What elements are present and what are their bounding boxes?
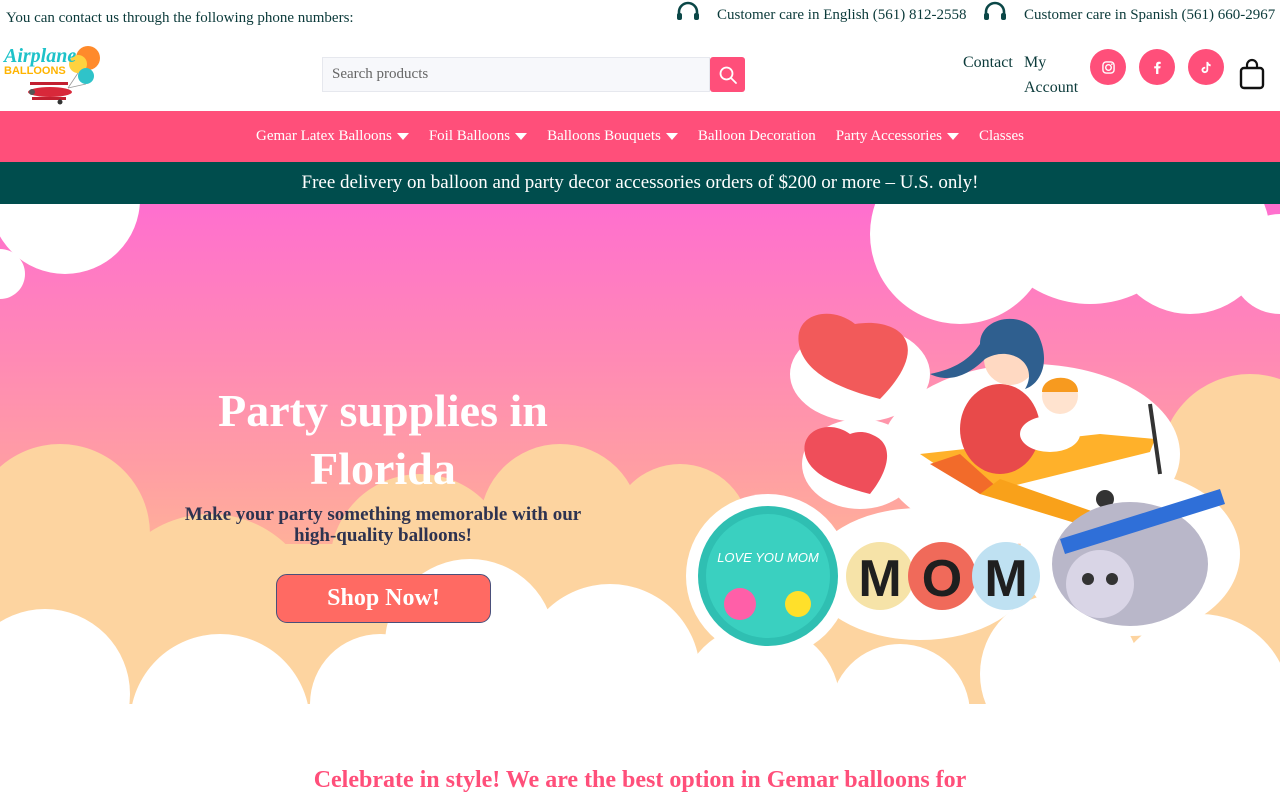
headset-icon	[677, 1, 699, 20]
tiktok-icon	[1201, 61, 1211, 73]
mom-balloons-illustration: LOVE YOU MOM MOM	[686, 313, 1240, 658]
headset-icon	[984, 1, 1006, 20]
nav-item-label: Foil Balloons	[428, 128, 511, 144]
my-account-link[interactable]: My Account	[1024, 50, 1084, 100]
contact-intro: You can contact us through the following…	[6, 10, 354, 26]
instagram-icon	[1101, 60, 1115, 74]
nav-item-classes[interactable]: Classes	[969, 128, 1034, 145]
search-bar	[322, 57, 746, 93]
site-logo[interactable]: Airplane BALLOONS	[2, 42, 112, 106]
nav-item-label: Balloon Decoration	[697, 128, 816, 144]
search-input[interactable]	[322, 57, 710, 92]
nav-item-party-accessories[interactable]: Party Accessories	[826, 128, 969, 145]
main-nav: Gemar Latex Balloons Foil Balloons Balloon…	[0, 111, 1280, 162]
cart-icon[interactable]	[1238, 58, 1266, 90]
nav-item-foil-balloons[interactable]: Foil Balloons	[419, 128, 537, 145]
care-spanish[interactable]: Customer care in Spanish (561) 660-2967	[982, 1, 1276, 26]
facebook-button[interactable]	[1139, 49, 1175, 85]
nav-item-balloons-bouquets[interactable]: Balloons Bouquets	[537, 128, 688, 145]
letter-balloon-text: M	[984, 550, 1027, 608]
caret-down-icon[interactable]	[665, 133, 678, 140]
search-icon	[719, 66, 737, 84]
nav-item-label: Party Accessories	[835, 128, 942, 144]
facebook-icon	[1154, 61, 1161, 74]
contact-bar: You can contact us through the following…	[0, 0, 1280, 40]
nav-item-label: Gemar Latex Balloons	[256, 128, 392, 144]
nav-item-balloon-decoration[interactable]: Balloon Decoration	[688, 128, 826, 145]
contact-link[interactable]: Contact	[963, 50, 1013, 75]
caret-down-icon[interactable]	[515, 133, 528, 140]
hero-subtitle: Make your party something memorable with…	[184, 504, 582, 546]
mom-letter-balloons: MOM	[846, 542, 1040, 610]
nav-item-gemar-latex-balloons[interactable]: Gemar Latex Balloons	[246, 128, 419, 145]
logo-text-bottom: BALLOONS	[4, 65, 66, 77]
free-delivery-banner: Free delivery on balloon and party decor…	[0, 162, 1280, 204]
caret-down-icon[interactable]	[946, 133, 959, 140]
care-spanish-label: Customer care in Spanish (561) 660-2967	[1024, 6, 1276, 23]
letter-balloon-text: O	[922, 550, 962, 608]
hero-banner: Party supplies in Florida Make your part…	[0, 204, 1280, 734]
care-english-label: Customer care in English (561) 812-2558	[717, 6, 967, 23]
shop-now-button[interactable]: Shop Now!	[276, 574, 491, 623]
nav-item-label: Balloons Bouquets	[547, 128, 661, 144]
care-english[interactable]: Customer care in English (561) 812-2558	[675, 1, 967, 26]
search-button[interactable]	[710, 57, 745, 92]
caret-down-icon[interactable]	[396, 133, 409, 140]
hero-title: Party supplies in Florida	[218, 385, 548, 494]
nav-item-label: Classes	[978, 128, 1024, 144]
tiktok-button[interactable]	[1188, 49, 1224, 85]
instagram-button[interactable]	[1090, 49, 1126, 85]
letter-balloon-text: M	[858, 550, 901, 608]
round-balloon-text: LOVE YOU MOM	[717, 550, 819, 565]
section-heading: Celebrate in style! We are the best opti…	[313, 767, 967, 793]
logo-text-top: Airplane	[2, 45, 76, 67]
